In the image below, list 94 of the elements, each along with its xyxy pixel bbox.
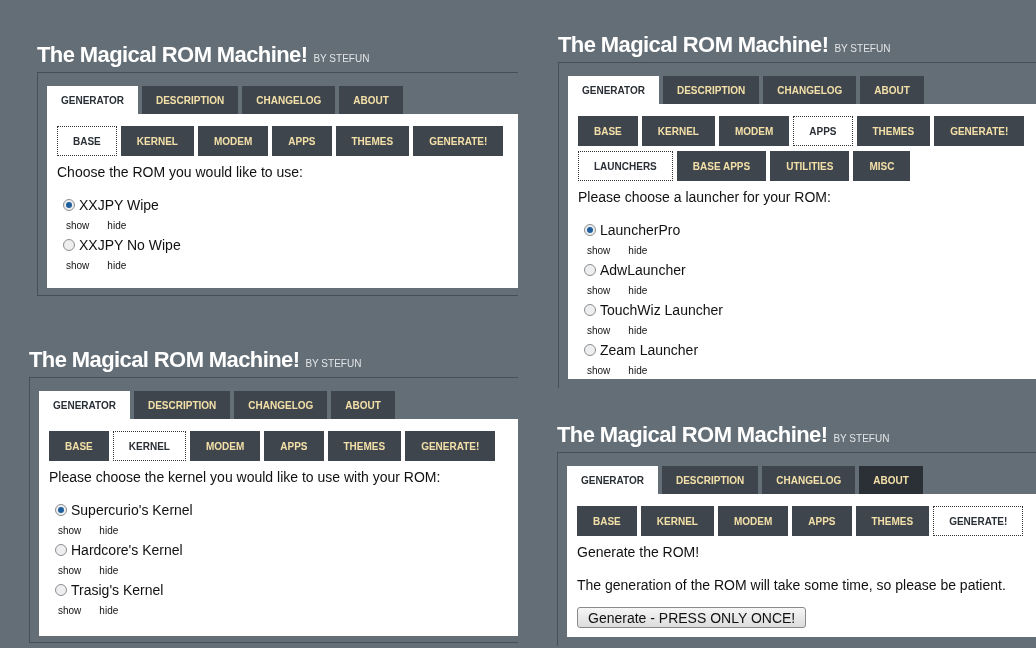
app-title: The Magical ROM Machine! <box>37 44 308 66</box>
hide-link[interactable]: hide <box>628 322 648 338</box>
option-label: Hardcore's Kernel <box>71 540 183 560</box>
sub-tab[interactable]: APPS <box>264 431 324 461</box>
radio-button[interactable] <box>63 199 75 211</box>
sub-tab[interactable]: MODEM <box>189 431 261 461</box>
sub-tab[interactable]: MODEM <box>717 506 789 536</box>
sub-tab[interactable]: UTILITIES <box>770 151 850 181</box>
byline: BY STEFUN <box>833 434 890 444</box>
main-tab[interactable]: GENERATOR <box>39 391 130 419</box>
sub-tab[interactable]: KERNEL <box>112 431 186 461</box>
sub-tab[interactable]: MISC <box>853 151 911 181</box>
sub-tab[interactable]: KERNEL <box>640 506 714 536</box>
main-tab[interactable]: ABOUT <box>859 466 923 494</box>
sub-tab[interactable]: BASE <box>578 116 638 146</box>
main-tab[interactable]: ABOUT <box>339 86 403 114</box>
sub-tab[interactable]: APPS <box>793 116 853 146</box>
sub-tab[interactable]: BASE APPS <box>676 151 767 181</box>
radio-button[interactable] <box>55 544 67 556</box>
show-link[interactable]: show <box>587 322 611 338</box>
sub-tab[interactable]: APPS <box>272 126 332 156</box>
radio-button[interactable] <box>584 224 596 236</box>
show-link[interactable]: show <box>587 282 611 298</box>
show-link[interactable]: show <box>587 242 611 258</box>
prompt-text: Please choose a launcher for your ROM: <box>578 188 832 207</box>
prompt-text: Choose the ROM you would like to use: <box>57 163 304 182</box>
main-tab[interactable]: ABOUT <box>860 76 924 104</box>
main-tab[interactable]: CHANGELOG <box>234 391 328 419</box>
hide-link[interactable]: hide <box>628 282 648 298</box>
sub-tab[interactable]: KERNEL <box>641 116 715 146</box>
sub-tab[interactable]: THEMES <box>855 506 930 536</box>
main-tab[interactable]: CHANGELOG <box>242 86 336 114</box>
sub-tab[interactable]: APPS <box>792 506 852 536</box>
main-tab[interactable]: GENERATOR <box>567 466 658 494</box>
radio-button[interactable] <box>63 239 75 251</box>
main-tab[interactable]: DESCRIPTION <box>661 466 759 494</box>
main-tab[interactable]: DESCRIPTION <box>662 76 760 104</box>
main-tab[interactable]: CHANGELOG <box>762 466 856 494</box>
app-title: The Magical ROM Machine! <box>558 34 829 56</box>
main-tab[interactable]: GENERATOR <box>568 76 659 104</box>
info-text: The generation of the ROM will take some time, so please be patient. <box>577 576 1007 595</box>
show-link[interactable]: show <box>587 362 611 378</box>
radio-button[interactable] <box>584 304 596 316</box>
sub-tab[interactable]: GENERATE! <box>934 116 1025 146</box>
option-label: XXJPY Wipe <box>79 195 159 215</box>
main-tab[interactable]: ABOUT <box>331 391 395 419</box>
option-label: AdwLauncher <box>600 260 686 280</box>
sub-tab[interactable]: MODEM <box>718 116 790 146</box>
option-label: XXJPY No Wipe <box>79 235 181 255</box>
option-label: Supercurio's Kernel <box>71 500 193 520</box>
hide-link[interactable]: hide <box>99 562 119 578</box>
sub-tab[interactable]: THEMES <box>856 116 931 146</box>
app-title: The Magical ROM Machine! <box>557 424 828 446</box>
byline: BY STEFUN <box>313 54 370 64</box>
radio-button[interactable] <box>55 584 67 596</box>
hide-link[interactable]: hide <box>628 242 648 258</box>
option-label: Zeam Launcher <box>600 340 699 360</box>
hide-link[interactable]: hide <box>107 217 127 233</box>
sub-tab[interactable]: BASE <box>577 506 637 536</box>
sub-tab[interactable]: BASE <box>57 126 117 156</box>
sub-tab[interactable]: KERNEL <box>120 126 194 156</box>
sub-tab[interactable]: GENERATE! <box>405 431 496 461</box>
option-label: TouchWiz Launcher <box>600 300 723 320</box>
main-tab[interactable]: GENERATOR <box>47 86 138 114</box>
main-tab[interactable]: DESCRIPTION <box>141 86 239 114</box>
option-label: Trasig's Kernel <box>71 580 164 600</box>
sub-tab[interactable]: LAUNCHERS <box>578 151 673 181</box>
sub-tab[interactable]: MODEM <box>197 126 269 156</box>
main-tab[interactable]: DESCRIPTION <box>133 391 231 419</box>
sub-tab[interactable]: THEMES <box>327 431 402 461</box>
show-link[interactable]: show <box>58 602 82 618</box>
show-link[interactable]: show <box>58 562 82 578</box>
radio-button[interactable] <box>584 264 596 276</box>
hide-link[interactable]: hide <box>107 257 127 273</box>
option-label: LauncherPro <box>600 220 681 240</box>
sub-tab[interactable]: BASE <box>49 431 109 461</box>
show-link[interactable]: show <box>66 257 90 273</box>
generate-button[interactable]: Generate - PRESS ONLY ONCE! <box>577 607 807 628</box>
sub-tab[interactable]: GENERATE! <box>933 506 1024 536</box>
sub-tab[interactable]: GENERATE! <box>413 126 504 156</box>
show-link[interactable]: show <box>66 217 90 233</box>
byline: BY STEFUN <box>834 44 891 54</box>
hide-link[interactable]: hide <box>99 602 119 618</box>
show-link[interactable]: show <box>58 522 82 538</box>
hide-link[interactable]: hide <box>99 522 119 538</box>
radio-button[interactable] <box>55 504 67 516</box>
byline: BY STEFUN <box>305 359 362 369</box>
sub-tab[interactable]: THEMES <box>335 126 410 156</box>
radio-button[interactable] <box>584 344 596 356</box>
prompt-text: Generate the ROM! <box>577 543 701 562</box>
main-tab[interactable]: CHANGELOG <box>763 76 857 104</box>
prompt-text: Please choose the kernel you would like to use with your ROM: <box>49 468 442 487</box>
app-title: The Magical ROM Machine! <box>29 349 300 371</box>
hide-link[interactable]: hide <box>628 362 648 378</box>
